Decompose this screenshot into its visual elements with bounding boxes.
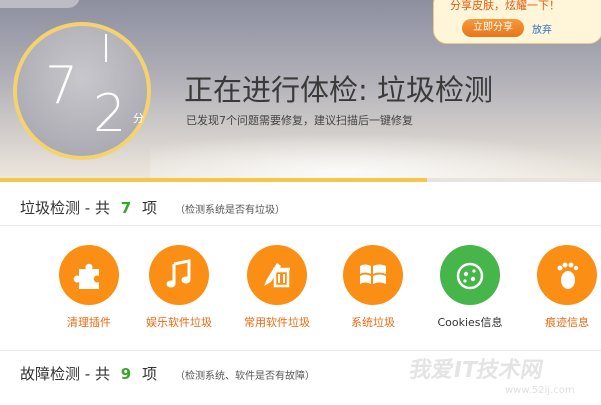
junk-section-count: 7 bbox=[120, 199, 132, 217]
scan-header: 7 2 分 正在进行体检: 垃圾检测 已发现7个问题需要修复，建议扫描后一键修复… bbox=[0, 0, 601, 182]
windows-icon bbox=[343, 245, 403, 305]
junk-section-desc: （检测系统是否有垃圾） bbox=[175, 205, 285, 216]
footprint-icon bbox=[537, 245, 597, 305]
music-note-icon bbox=[149, 245, 209, 305]
fault-section-count: 9 bbox=[120, 365, 132, 383]
item-clean-plugins[interactable]: 清理插件 bbox=[49, 245, 129, 330]
item-label: 常用软件垃圾 bbox=[244, 316, 310, 329]
item-label: 娱乐软件垃圾 bbox=[146, 316, 212, 329]
scan-progress-bar bbox=[0, 178, 601, 182]
fault-section-suffix: 项 bbox=[141, 365, 157, 383]
fault-section-prefix: 故障检测 - 共 bbox=[20, 365, 110, 383]
dismiss-link[interactable]: 放弃 bbox=[532, 21, 552, 36]
page-title: 正在进行体检: 垃圾检测 bbox=[184, 73, 493, 107]
pen-trash-icon bbox=[247, 245, 307, 305]
fault-section-title: 故障检测 - 共 9 项 bbox=[20, 363, 157, 384]
score-unit: 分 bbox=[133, 112, 144, 125]
item-cookies[interactable]: Cookies信息 bbox=[430, 245, 510, 330]
fault-section-desc: （检测系统、软件是否有故障） bbox=[175, 371, 315, 382]
puzzle-icon bbox=[59, 245, 119, 305]
item-entertainment-junk[interactable]: 娱乐软件垃圾 bbox=[139, 245, 219, 330]
share-text: 分享皮肤，炫耀一下！ bbox=[450, 0, 560, 12]
scan-progress-fill bbox=[0, 178, 427, 182]
score-tens-digit: 7 bbox=[45, 56, 79, 116]
junk-section-prefix: 垃圾检测 - 共 bbox=[20, 199, 110, 217]
share-now-button[interactable]: 立即分享 bbox=[462, 19, 524, 37]
item-label: 系统垃圾 bbox=[351, 316, 395, 329]
item-label: Cookies信息 bbox=[437, 316, 503, 329]
junk-section-title: 垃圾检测 - 共 7 项 bbox=[20, 197, 157, 218]
score-divider bbox=[105, 34, 107, 62]
section-divider bbox=[0, 225, 601, 226]
scan-subtitle: 已发现7个问题需要修复，建议扫描后一键修复 bbox=[186, 114, 413, 127]
item-system-junk[interactable]: 系统垃圾 bbox=[333, 245, 413, 330]
cookie-icon bbox=[440, 245, 500, 305]
item-common-software-junk[interactable]: 常用软件垃圾 bbox=[237, 245, 317, 330]
watermark-url: www.52ij.com bbox=[505, 385, 575, 396]
item-label: 清理插件 bbox=[67, 316, 111, 329]
score-dial: 7 2 分 bbox=[13, 22, 151, 160]
share-bubble: 分享皮肤，炫耀一下！ 立即分享 放弃 bbox=[433, 0, 601, 44]
score-ones-digit: 2 bbox=[93, 84, 127, 144]
section-divider bbox=[0, 350, 601, 351]
item-label: 痕迹信息 bbox=[545, 316, 589, 329]
item-traces[interactable]: 痕迹信息 bbox=[527, 245, 601, 330]
header-tab-corner bbox=[0, 0, 80, 8]
watermark-logo: 我爱IT技术网 bbox=[407, 358, 545, 383]
header-mist bbox=[150, 130, 601, 182]
junk-section-suffix: 项 bbox=[141, 199, 157, 217]
